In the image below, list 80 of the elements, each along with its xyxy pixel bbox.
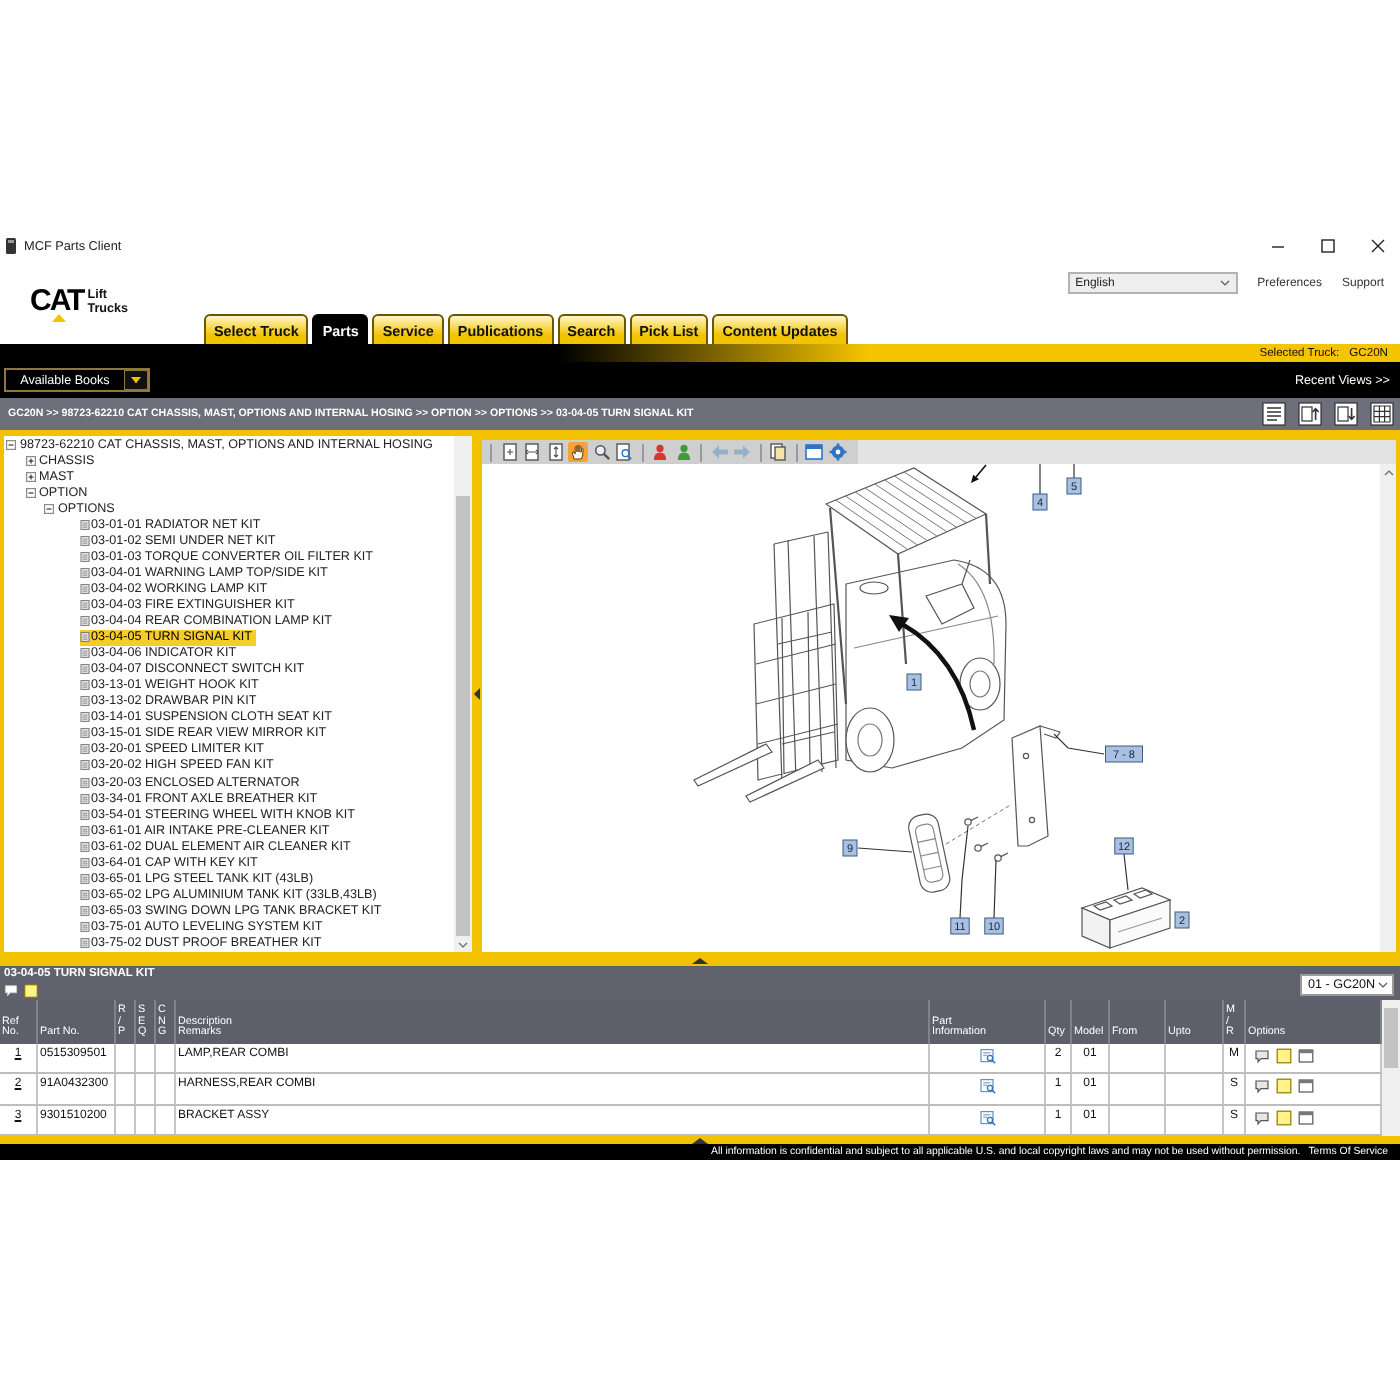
screw-drawing (964, 816, 979, 826)
document-icon (79, 777, 89, 787)
scroll-thumb[interactable] (1384, 1008, 1398, 1068)
document-icon (79, 648, 89, 659)
leader-line (1039, 464, 1041, 495)
document-search-icon[interactable] (979, 1048, 995, 1064)
document-icon (79, 616, 89, 627)
list-icon[interactable] (1262, 402, 1286, 426)
document-icon (79, 551, 89, 562)
document-icon (79, 937, 89, 948)
document-icon (79, 632, 89, 643)
document-icon (79, 760, 89, 771)
document-icon (79, 696, 89, 707)
close-icon[interactable] (1370, 238, 1386, 254)
document-icon (79, 793, 89, 804)
document-icon (79, 857, 89, 868)
app-icon (6, 238, 16, 254)
document-search-icon[interactable] (979, 1109, 995, 1126)
triangle-icon (52, 313, 66, 321)
document-icon (79, 905, 89, 916)
document-icon (79, 567, 89, 578)
document-icon (79, 744, 89, 755)
document-icon (79, 519, 89, 530)
page-arrow-up-icon[interactable] (1298, 402, 1322, 426)
document-icon (79, 712, 89, 723)
minus-box-icon[interactable] (6, 439, 16, 450)
maximize-icon[interactable] (1320, 238, 1336, 254)
window-icon[interactable] (1298, 1078, 1314, 1095)
chevron-up-icon[interactable] (1383, 470, 1393, 476)
leader-line (1053, 733, 1105, 755)
document-icon (79, 889, 89, 900)
document-icon (79, 583, 89, 594)
page-icon[interactable] (545, 442, 565, 462)
leader-line (857, 847, 913, 853)
document-icon (79, 728, 89, 739)
pointer-arrow (971, 464, 987, 483)
document-icon (79, 841, 89, 852)
magnifier-icon[interactable] (591, 442, 611, 462)
leader-line (1073, 464, 1075, 479)
plus-box-icon[interactable] (25, 455, 35, 466)
logo-mark: CAT (30, 290, 84, 312)
document-icon (79, 921, 89, 932)
bracket-drawing (1011, 725, 1061, 847)
scrollbar[interactable] (1382, 1000, 1400, 1136)
scroll-thumb[interactable] (456, 496, 470, 936)
grid-icon[interactable] (1370, 402, 1394, 426)
document-icon[interactable] (768, 442, 788, 462)
scrollbar[interactable] (454, 436, 472, 952)
plus-box-icon[interactable] (25, 471, 35, 482)
page-zoom-icon[interactable] (614, 442, 634, 462)
note-icon[interactable] (24, 984, 38, 998)
document-search-icon[interactable] (979, 1078, 995, 1095)
scrollbar[interactable] (1380, 464, 1396, 952)
page-arrow-down-icon[interactable] (1334, 402, 1358, 426)
minus-box-icon[interactable] (44, 503, 54, 514)
chevron-down-icon[interactable] (458, 942, 468, 948)
chevron-down-icon (1378, 981, 1388, 987)
leader-line (993, 859, 997, 919)
window-icon[interactable] (1298, 1048, 1314, 1064)
caret-icon (124, 370, 148, 390)
document-icon (79, 873, 89, 884)
screw-drawing (974, 842, 989, 852)
chevron-down-icon (1219, 280, 1230, 286)
document-icon (79, 599, 89, 610)
document-icon (79, 809, 89, 820)
page-icon[interactable] (522, 442, 542, 462)
person-icon[interactable] (650, 442, 670, 462)
leader-line (1123, 853, 1129, 891)
document-icon (79, 680, 89, 691)
window-icon[interactable] (804, 442, 824, 462)
hand-icon[interactable] (568, 442, 588, 462)
gear-icon[interactable] (827, 442, 847, 462)
screw-drawing (994, 852, 1009, 862)
document-icon (79, 825, 89, 836)
curved-arrow (889, 615, 977, 731)
minus-box-icon[interactable] (25, 487, 35, 498)
window-icon[interactable] (1298, 1109, 1314, 1126)
page-icon[interactable] (499, 442, 519, 462)
document-icon (79, 664, 89, 675)
document-icon (79, 535, 89, 546)
